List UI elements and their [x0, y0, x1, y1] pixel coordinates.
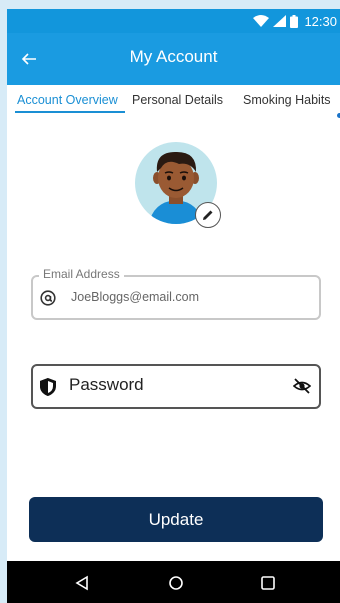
- tab-smoking-habits[interactable]: Smoking Habits: [243, 93, 331, 107]
- update-button[interactable]: Update: [29, 497, 323, 542]
- android-nav-bar: [7, 561, 340, 603]
- page-title: My Account: [129, 47, 218, 66]
- email-value: JoeBloggs@email.com: [71, 290, 200, 304]
- pencil-icon: [203, 210, 213, 220]
- nav-back-button[interactable]: [71, 572, 93, 594]
- eye-off-icon[interactable]: [293, 378, 311, 394]
- recents-square-icon: [261, 576, 275, 590]
- profile-avatar-container: [135, 142, 221, 228]
- at-sign-icon: [40, 290, 56, 306]
- password-field[interactable]: Password: [31, 364, 321, 409]
- signal-icon: [273, 15, 287, 27]
- tab-bar: Account Overview Personal Details Smokin…: [7, 85, 340, 117]
- tab-personal-details[interactable]: Personal Details: [132, 93, 223, 107]
- tab-indicator: [15, 111, 125, 113]
- nav-recents-button[interactable]: [257, 572, 279, 594]
- wifi-icon: [253, 15, 270, 27]
- edit-avatar-button[interactable]: [195, 202, 221, 228]
- home-circle-icon: [169, 576, 183, 590]
- status-icons: 12:30: [253, 12, 337, 30]
- nav-home-button[interactable]: [165, 572, 187, 594]
- status-time: 12:30: [304, 13, 337, 29]
- email-label: Email Address: [39, 267, 124, 281]
- back-triangle-icon: [75, 575, 88, 591]
- status-bar: 12:30: [7, 9, 340, 33]
- app-bar: My Account: [7, 33, 340, 85]
- battery-icon: [290, 14, 299, 28]
- email-field[interactable]: Email Address JoeBloggs@email.com: [31, 267, 321, 320]
- shield-icon: [40, 378, 56, 396]
- password-placeholder: Password: [69, 375, 144, 394]
- tab-account-overview[interactable]: Account Overview: [17, 93, 118, 107]
- phone-screen: 12:30 My Account Account Overview Person…: [7, 9, 340, 603]
